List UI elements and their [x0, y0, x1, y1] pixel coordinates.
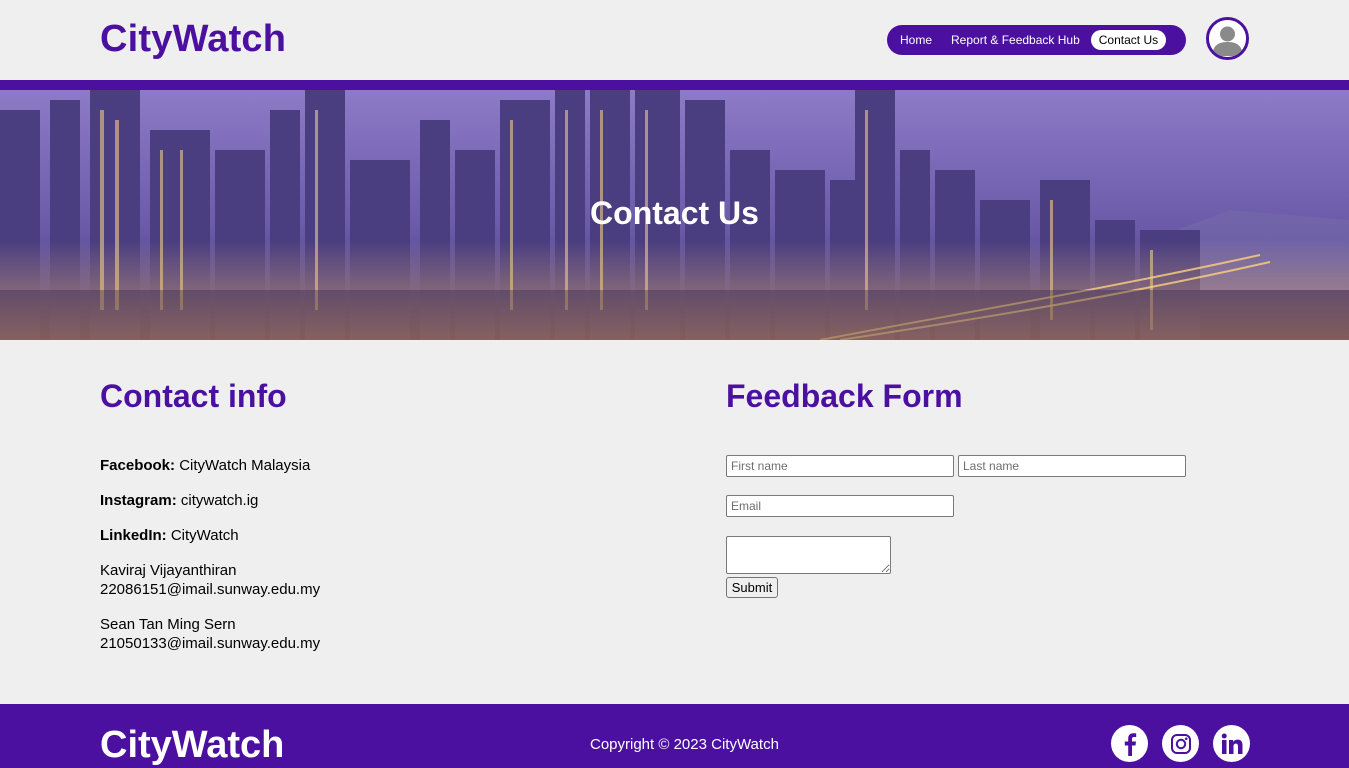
instagram-line: Instagram: citywatch.ig [100, 491, 258, 510]
copyright-text: Copyright © 2023 CityWatch [590, 736, 779, 753]
facebook-label: Facebook: [100, 457, 176, 474]
contact-info-title: Contact info [100, 378, 287, 414]
facebook-icon[interactable] [1111, 725, 1148, 762]
contact-person: Kaviraj Vijayanthiran 22086151@imail.sun… [100, 561, 320, 599]
email-field[interactable] [726, 495, 954, 517]
nav-home[interactable]: Home [892, 30, 940, 50]
nav-report-feedback-hub[interactable]: Report & Feedback Hub [943, 30, 1088, 50]
feedback-form-title: Feedback Form [726, 378, 963, 414]
contact-person: Sean Tan Ming Sern 21050133@imail.sunway… [100, 615, 320, 653]
user-avatar-icon[interactable] [1206, 17, 1249, 60]
nav-contact-us[interactable]: Contact Us [1090, 30, 1167, 50]
hero-title: Contact Us [590, 195, 759, 231]
site-header: CityWatch Home Report & Feedback Hub Con… [0, 0, 1349, 80]
person-email: 21050133@imail.sunway.edu.my [100, 635, 321, 652]
linkedin-value: CityWatch [170, 527, 239, 544]
message-textarea[interactable] [726, 536, 891, 574]
person-name: Kaviraj Vijayanthiran [100, 562, 237, 579]
submit-button[interactable]: Submit [726, 577, 778, 598]
header-accent-bar [0, 80, 1349, 90]
first-name-field[interactable] [726, 455, 954, 477]
linkedin-line: LinkedIn: CityWatch [100, 526, 239, 545]
instagram-value: citywatch.ig [180, 492, 259, 509]
linkedin-label: LinkedIn: [100, 527, 167, 544]
footer-brand: CityWatch [100, 724, 285, 766]
brand-logo[interactable]: CityWatch [100, 18, 286, 61]
instagram-label: Instagram: [100, 492, 177, 509]
person-email: 22086151@imail.sunway.edu.my [100, 581, 321, 598]
linkedin-icon[interactable] [1213, 725, 1250, 762]
facebook-value: CityWatch Malaysia [179, 457, 311, 474]
main-nav: Home Report & Feedback Hub Contact Us [887, 25, 1186, 55]
facebook-line: Facebook: CityWatch Malaysia [100, 456, 310, 475]
site-footer: CityWatch Copyright © 2023 CityWatch [0, 704, 1349, 768]
hero-banner: Contact Us [0, 90, 1349, 340]
instagram-icon[interactable] [1162, 725, 1199, 762]
last-name-field[interactable] [958, 455, 1186, 477]
person-name: Sean Tan Ming Sern [100, 616, 236, 633]
